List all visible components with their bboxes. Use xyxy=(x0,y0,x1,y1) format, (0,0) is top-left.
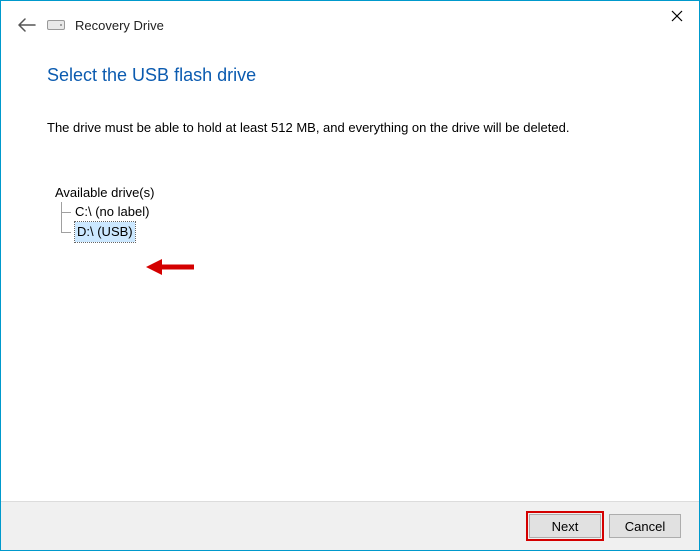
page-title: Select the USB flash drive xyxy=(47,65,653,86)
drives-block: Available drive(s) C:\ (no label) D:\ (U… xyxy=(55,185,653,242)
back-button[interactable] xyxy=(17,15,37,35)
close-button[interactable] xyxy=(654,1,699,31)
content-area: Select the USB flash drive The drive mus… xyxy=(1,39,699,501)
drives-label: Available drive(s) xyxy=(55,185,653,200)
drive-item-d[interactable]: D:\ (USB) xyxy=(59,222,653,242)
drive-item-label: C:\ (no label) xyxy=(75,202,149,222)
header-bar: Recovery Drive xyxy=(1,1,699,39)
drive-tree: C:\ (no label) D:\ (USB) xyxy=(59,202,653,242)
app-title: Recovery Drive xyxy=(75,18,164,33)
back-arrow-icon xyxy=(18,18,36,32)
drive-icon xyxy=(47,19,65,31)
recovery-drive-window: Recovery Drive Select the USB flash driv… xyxy=(0,0,700,551)
cancel-button[interactable]: Cancel xyxy=(609,514,681,538)
next-button[interactable]: Next xyxy=(529,514,601,538)
close-icon xyxy=(671,10,683,22)
footer-bar: Next Cancel xyxy=(1,501,699,550)
drive-item-label: D:\ (USB) xyxy=(75,222,135,242)
instruction-text: The drive must be able to hold at least … xyxy=(47,120,653,135)
drive-item-c[interactable]: C:\ (no label) xyxy=(59,202,653,222)
